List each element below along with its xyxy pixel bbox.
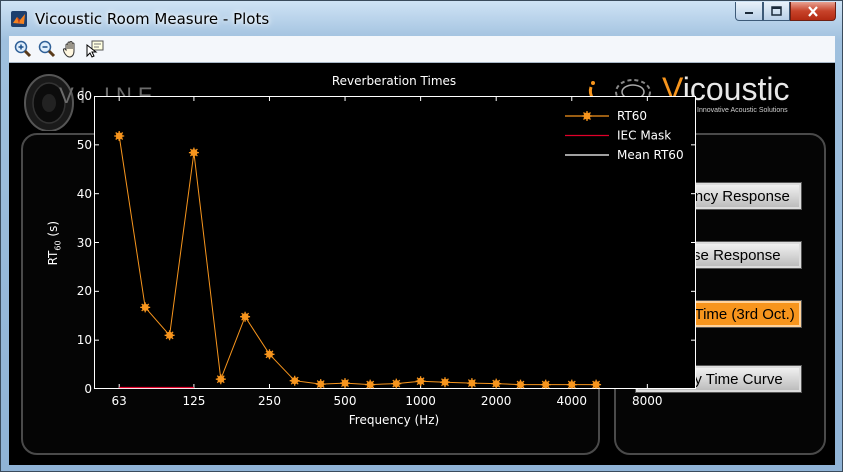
x-tick-labels: 63 125 250 500 1000 2000 4000 8000: [94, 394, 696, 410]
x-tick-label: 125: [182, 394, 206, 408]
y-tick-label: 60: [76, 89, 92, 103]
x-tick-label: 500: [333, 394, 357, 408]
minimize-icon: [745, 12, 753, 14]
y-tick-label: 10: [76, 333, 92, 348]
y-tick-label: 40: [76, 186, 92, 201]
x-tick-label: 1000: [405, 394, 436, 408]
brand-name-rest: icoustic: [682, 71, 790, 107]
y-tick-label: 20: [76, 284, 92, 299]
window-title: Vicoustic Room Measure - Plots: [35, 10, 270, 28]
zoom-in-icon[interactable]: [13, 39, 33, 59]
figure-toolbar: [9, 36, 835, 63]
figure-canvas: VI INE Vicoustic Innovative Acoustic Sol…: [9, 63, 835, 465]
legend-label: RT60: [617, 109, 647, 123]
minimize-button[interactable]: [735, 2, 763, 21]
legend: RT60 IEC Mask Mean RT60: [561, 102, 691, 164]
matlab-app-icon: [11, 11, 27, 27]
title-bar[interactable]: Vicoustic Room Measure - Plots: [1, 1, 842, 35]
x-tick-label: 4000: [556, 394, 588, 408]
maximize-icon: [771, 6, 782, 16]
legend-marker-star: [582, 111, 592, 121]
close-button[interactable]: [790, 2, 836, 21]
y-axis-label-unit: (s): [46, 220, 61, 237]
rt60-point: [440, 377, 450, 388]
chart-title: Reverberation Times: [331, 74, 457, 88]
zoom-out-icon[interactable]: [37, 39, 57, 59]
rt60-point: [391, 378, 402, 389]
pan-hand-icon[interactable]: [61, 39, 81, 59]
data-cursor-icon[interactable]: [85, 39, 105, 59]
y-axis-label-sub: 60: [53, 240, 63, 251]
y-tick-label: 30: [76, 235, 92, 250]
rt60-chart[interactable]: RT60 IEC Mask Mean RT60: [94, 96, 696, 389]
rt60-point: [340, 378, 350, 389]
legend-label: Mean RT60: [617, 148, 684, 162]
rt60-point: [466, 378, 477, 389]
rt60-point: [415, 376, 426, 387]
window-controls: [735, 2, 836, 22]
x-tick-label: 250: [258, 394, 281, 408]
rt60-point: [215, 374, 226, 385]
rt60-point: [491, 378, 502, 389]
application-window: Vicoustic Room Measure - Plots VI INE Vi…: [0, 0, 843, 472]
x-tick-label: 63: [111, 394, 127, 408]
rt60-point: [264, 349, 275, 360]
x-axis-label: Frequency (Hz): [348, 413, 440, 427]
x-tick-label: 8000: [632, 394, 663, 408]
legend-label: IEC Mask: [617, 129, 671, 143]
brand-tagline: Innovative Acoustic Solutions: [697, 107, 788, 114]
close-icon: [808, 5, 818, 17]
y-tick-label: 0: [84, 382, 92, 396]
y-tick-label: 50: [76, 137, 92, 152]
maximize-button[interactable]: [763, 2, 790, 21]
y-axis-label-main: RT: [46, 250, 61, 266]
x-tick-label: 2000: [480, 394, 512, 408]
y-axis-label: RT60 (s): [46, 221, 62, 265]
y-tick-labels: 0 10 20 30 40 50 60: [64, 89, 92, 396]
